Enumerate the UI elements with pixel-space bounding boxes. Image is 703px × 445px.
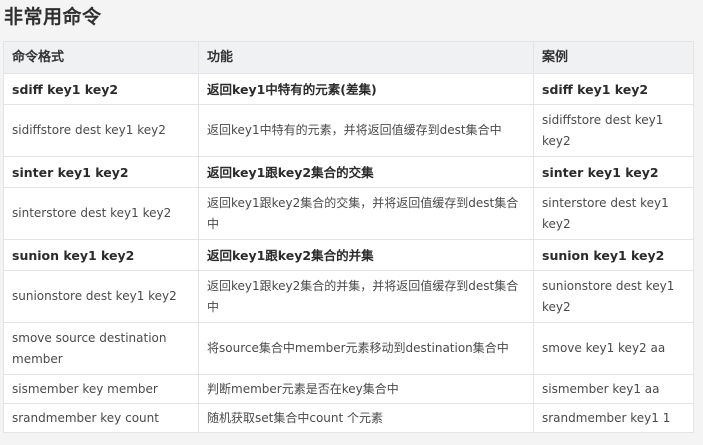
cell-example: smove key1 key2 aa [533,322,694,375]
table-row: sinter key1 key2 返回key1跟key2集合的交集 sinter… [3,156,694,188]
cell-command: sidiffstore dest key1 key2 [3,104,199,157]
cell-function: 随机获取set集合中count 个元素 [198,403,534,433]
table-row: sunion key1 key2 返回key1跟key2集合的并集 sunion… [3,239,694,271]
header-example: 案例 [533,41,694,74]
header-command-format: 命令格式 [3,41,199,74]
header-function: 功能 [198,41,534,74]
cell-example: sdiff key1 key2 [533,73,694,105]
cell-function: 判断member元素是否在key集合中 [198,374,534,404]
cell-example: sidiffstore dest key1 key2 [533,104,694,157]
cell-example: sinter key1 key2 [533,156,694,188]
page-title: 非常用命令 [4,6,102,28]
cell-function: 返回key1中特有的元素，并将返回值缓存到dest集合中 [198,104,534,157]
table-row: smove source destination member 将source集… [3,322,694,375]
cell-function: 返回key1中特有的元素(差集) [198,73,534,105]
cell-function: 返回key1跟key2集合的交集，并将返回值缓存到dest集合中 [198,187,534,240]
cell-command: sinterstore dest key1 key2 [3,187,199,240]
table-row: sdiff key1 key2 返回key1中特有的元素(差集) sdiff k… [3,73,694,105]
commands-table: 命令格式 功能 案例 sdiff key1 key2 返回key1中特有的元素(… [3,41,694,433]
cell-command: sdiff key1 key2 [3,73,199,105]
table-header-row: 命令格式 功能 案例 [3,41,694,74]
table-row: sismember key member 判断member元素是否在key集合中… [3,374,694,404]
table-row: srandmember key count 随机获取set集合中count 个元… [3,403,694,433]
cell-command: sismember key member [3,374,199,404]
cell-function: 返回key1跟key2集合的并集，并将返回值缓存到dest集合中 [198,270,534,323]
cell-command: sunion key1 key2 [3,239,199,271]
cell-command: srandmember key count [3,403,199,433]
cell-function: 将source集合中member元素移动到destination集合中 [198,322,534,375]
cell-example: sismember key1 aa [533,374,694,404]
table-row: sidiffstore dest key1 key2 返回key1中特有的元素，… [3,104,694,157]
page: 非常用命令 命令格式 功能 案例 sdiff key1 key2 返回key1中… [0,0,703,445]
cell-command: sinter key1 key2 [3,156,199,188]
cell-command: sunionstore dest key1 key2 [3,270,199,323]
cell-function: 返回key1跟key2集合的并集 [198,239,534,271]
cell-command: smove source destination member [3,322,199,375]
table-row: sinterstore dest key1 key2 返回key1跟key2集合… [3,187,694,240]
cell-function: 返回key1跟key2集合的交集 [198,156,534,188]
cell-example: srandmember key1 1 [533,403,694,433]
cell-example: sunionstore dest key1 key2 [533,270,694,323]
cell-example: sunion key1 key2 [533,239,694,271]
cell-example: sinterstore dest key1 key2 [533,187,694,240]
table-row: sunionstore dest key1 key2 返回key1跟key2集合… [3,270,694,323]
